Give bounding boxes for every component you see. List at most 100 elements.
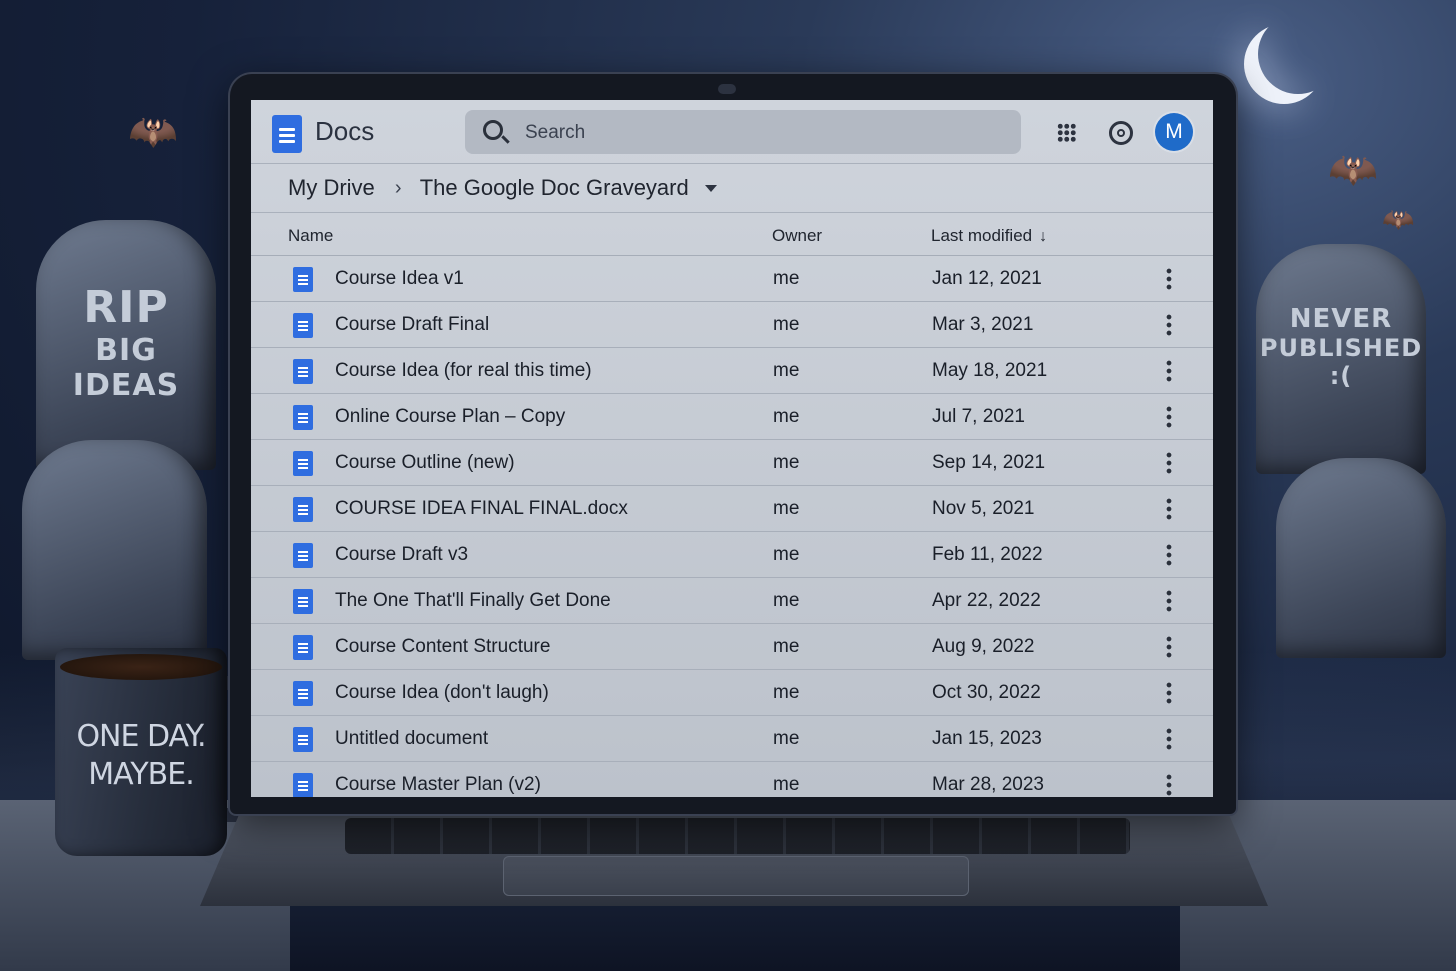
more-options-icon[interactable] [1166, 773, 1172, 797]
tombstone [22, 440, 207, 660]
column-header-owner[interactable]: Owner [772, 226, 822, 246]
file-row[interactable]: Untitled document me Jan 15, 2023 [251, 716, 1213, 762]
column-header-name[interactable]: Name [288, 226, 333, 246]
file-owner: me [773, 544, 800, 565]
file-list-header: Name Owner Last modified ↓ [251, 213, 1213, 256]
tombstone [1276, 458, 1446, 658]
file-row[interactable]: Course Idea v1 me Jan 12, 2021 [251, 256, 1213, 302]
app-header: Docs M [251, 100, 1213, 164]
file-name[interactable]: Course Master Plan (v2) [335, 774, 541, 796]
file-owner: me [773, 452, 800, 473]
file-row[interactable]: Course Idea (for real this time) me May 18… [251, 348, 1213, 394]
docs-logo-icon[interactable] [272, 115, 302, 153]
more-options-icon[interactable] [1166, 359, 1172, 383]
tombstone-text: NEVER [1289, 304, 1393, 334]
more-options-icon[interactable] [1166, 497, 1172, 521]
file-name[interactable]: Course Idea v1 [335, 268, 464, 290]
file-last-modified: Mar 28, 2023 [932, 774, 1044, 795]
bat-icon: 🦇 [128, 110, 178, 154]
file-name[interactable]: Course Content Structure [335, 636, 550, 658]
more-options-icon[interactable] [1166, 451, 1172, 475]
file-name[interactable]: COURSE IDEA FINAL FINAL.docx [335, 498, 628, 520]
file-owner: me [773, 636, 800, 657]
file-owner: me [773, 406, 800, 427]
file-owner: me [773, 360, 800, 381]
file-last-modified: Sep 14, 2021 [932, 452, 1046, 473]
file-name[interactable]: Course Idea (for real this time) [335, 360, 592, 382]
file-owner: me [773, 682, 800, 703]
breadcrumb-my-drive[interactable]: My Drive [288, 175, 375, 200]
bat-icon: 🦇 [1382, 204, 1415, 234]
more-options-icon[interactable] [1166, 405, 1172, 429]
google-doc-icon [293, 451, 313, 476]
file-last-modified: May 18, 2021 [932, 360, 1048, 381]
file-name[interactable]: Untitled document [335, 728, 488, 750]
more-options-icon[interactable] [1166, 543, 1172, 567]
search-icon[interactable] [483, 120, 503, 140]
file-name[interactable]: The One That'll Finally Get Done [335, 590, 611, 612]
google-doc-icon [293, 635, 313, 660]
google-doc-icon [293, 497, 313, 522]
file-row[interactable]: Course Content Structure me Aug 9, 2022 [251, 624, 1213, 670]
column-header-last-modified[interactable]: Last modified ↓ [931, 226, 1047, 246]
google-doc-icon [293, 313, 313, 338]
file-row[interactable]: Course Outline (new) me Sep 14, 2021 [251, 440, 1213, 486]
file-row[interactable]: Course Idea (don't laugh) me Oct 30, 2022 [251, 670, 1213, 716]
file-row[interactable]: Course Draft v3 me Feb 11, 2022 [251, 532, 1213, 578]
file-owner: me [773, 268, 800, 289]
file-last-modified: Oct 30, 2022 [932, 682, 1041, 703]
tombstone-text: RIP [83, 282, 169, 333]
breadcrumb-current-folder[interactable]: The Google Doc Graveyard [420, 175, 689, 200]
file-owner: me [773, 498, 800, 519]
file-last-modified: Aug 9, 2022 [932, 636, 1035, 657]
coffee [60, 654, 222, 680]
settings-icon[interactable] [1109, 121, 1133, 145]
file-last-modified: Nov 5, 2021 [932, 498, 1035, 519]
file-row[interactable]: Course Draft Final me Mar 3, 2021 [251, 302, 1213, 348]
google-doc-icon [293, 681, 313, 706]
file-last-modified: Jan 15, 2023 [932, 728, 1042, 749]
more-options-icon[interactable] [1166, 313, 1172, 337]
google-doc-icon [293, 773, 313, 797]
file-row[interactable]: The One That'll Finally Get Done me Apr 22… [251, 578, 1213, 624]
tombstone-never-published: NEVER PUBLISHED :( [1256, 244, 1426, 474]
tombstone-rip: RIP BIG IDEAS [36, 220, 216, 470]
moon [1258, 14, 1338, 94]
more-options-icon[interactable] [1166, 681, 1172, 705]
app-name[interactable]: Docs [315, 116, 374, 147]
file-last-modified: Jul 7, 2021 [932, 406, 1025, 427]
google-doc-icon [293, 727, 313, 752]
file-name[interactable]: Course Draft v3 [335, 544, 468, 566]
docs-file-list-window: Docs M My Drive › The Google Doc Graveya… [251, 100, 1213, 797]
laptop-trackpad [503, 856, 969, 896]
google-doc-icon [293, 359, 313, 384]
mug-text-line: ONE DAY. [76, 719, 206, 754]
search-bar[interactable] [465, 110, 1021, 156]
more-options-icon[interactable] [1166, 589, 1172, 613]
file-name[interactable]: Course Outline (new) [335, 452, 515, 474]
laptop-keyboard [345, 818, 1130, 854]
apps-grid-icon[interactable] [1057, 123, 1076, 142]
file-name[interactable]: Course Idea (don't laugh) [335, 682, 549, 704]
file-last-modified: Mar 3, 2021 [932, 314, 1034, 335]
file-owner: me [773, 314, 800, 335]
file-name[interactable]: Course Draft Final [335, 314, 489, 336]
more-options-icon[interactable] [1166, 267, 1172, 291]
file-row[interactable]: Course Master Plan (v2) me Mar 28, 2023 [251, 762, 1213, 797]
account-avatar[interactable]: M [1155, 113, 1193, 151]
mug-text: ONE DAY. MAYBE. [55, 718, 227, 794]
tombstone-text: IDEAS [72, 368, 180, 403]
search-input[interactable] [523, 110, 1007, 156]
google-doc-icon [293, 589, 313, 614]
tombstone-text: BIG [95, 333, 157, 368]
more-options-icon[interactable] [1166, 727, 1172, 751]
dropdown-caret-icon[interactable] [704, 184, 717, 192]
webcam [718, 84, 736, 94]
more-options-icon[interactable] [1166, 635, 1172, 659]
file-owner: me [773, 774, 800, 795]
file-row[interactable]: COURSE IDEA FINAL FINAL.docx me Nov 5, 202… [251, 486, 1213, 532]
sort-arrow-icon[interactable]: ↓ [1039, 228, 1047, 245]
file-row[interactable]: Online Course Plan – Copy me Jul 7, 2021 [251, 394, 1213, 440]
file-name[interactable]: Online Course Plan – Copy [335, 406, 565, 428]
file-owner: me [773, 728, 800, 749]
